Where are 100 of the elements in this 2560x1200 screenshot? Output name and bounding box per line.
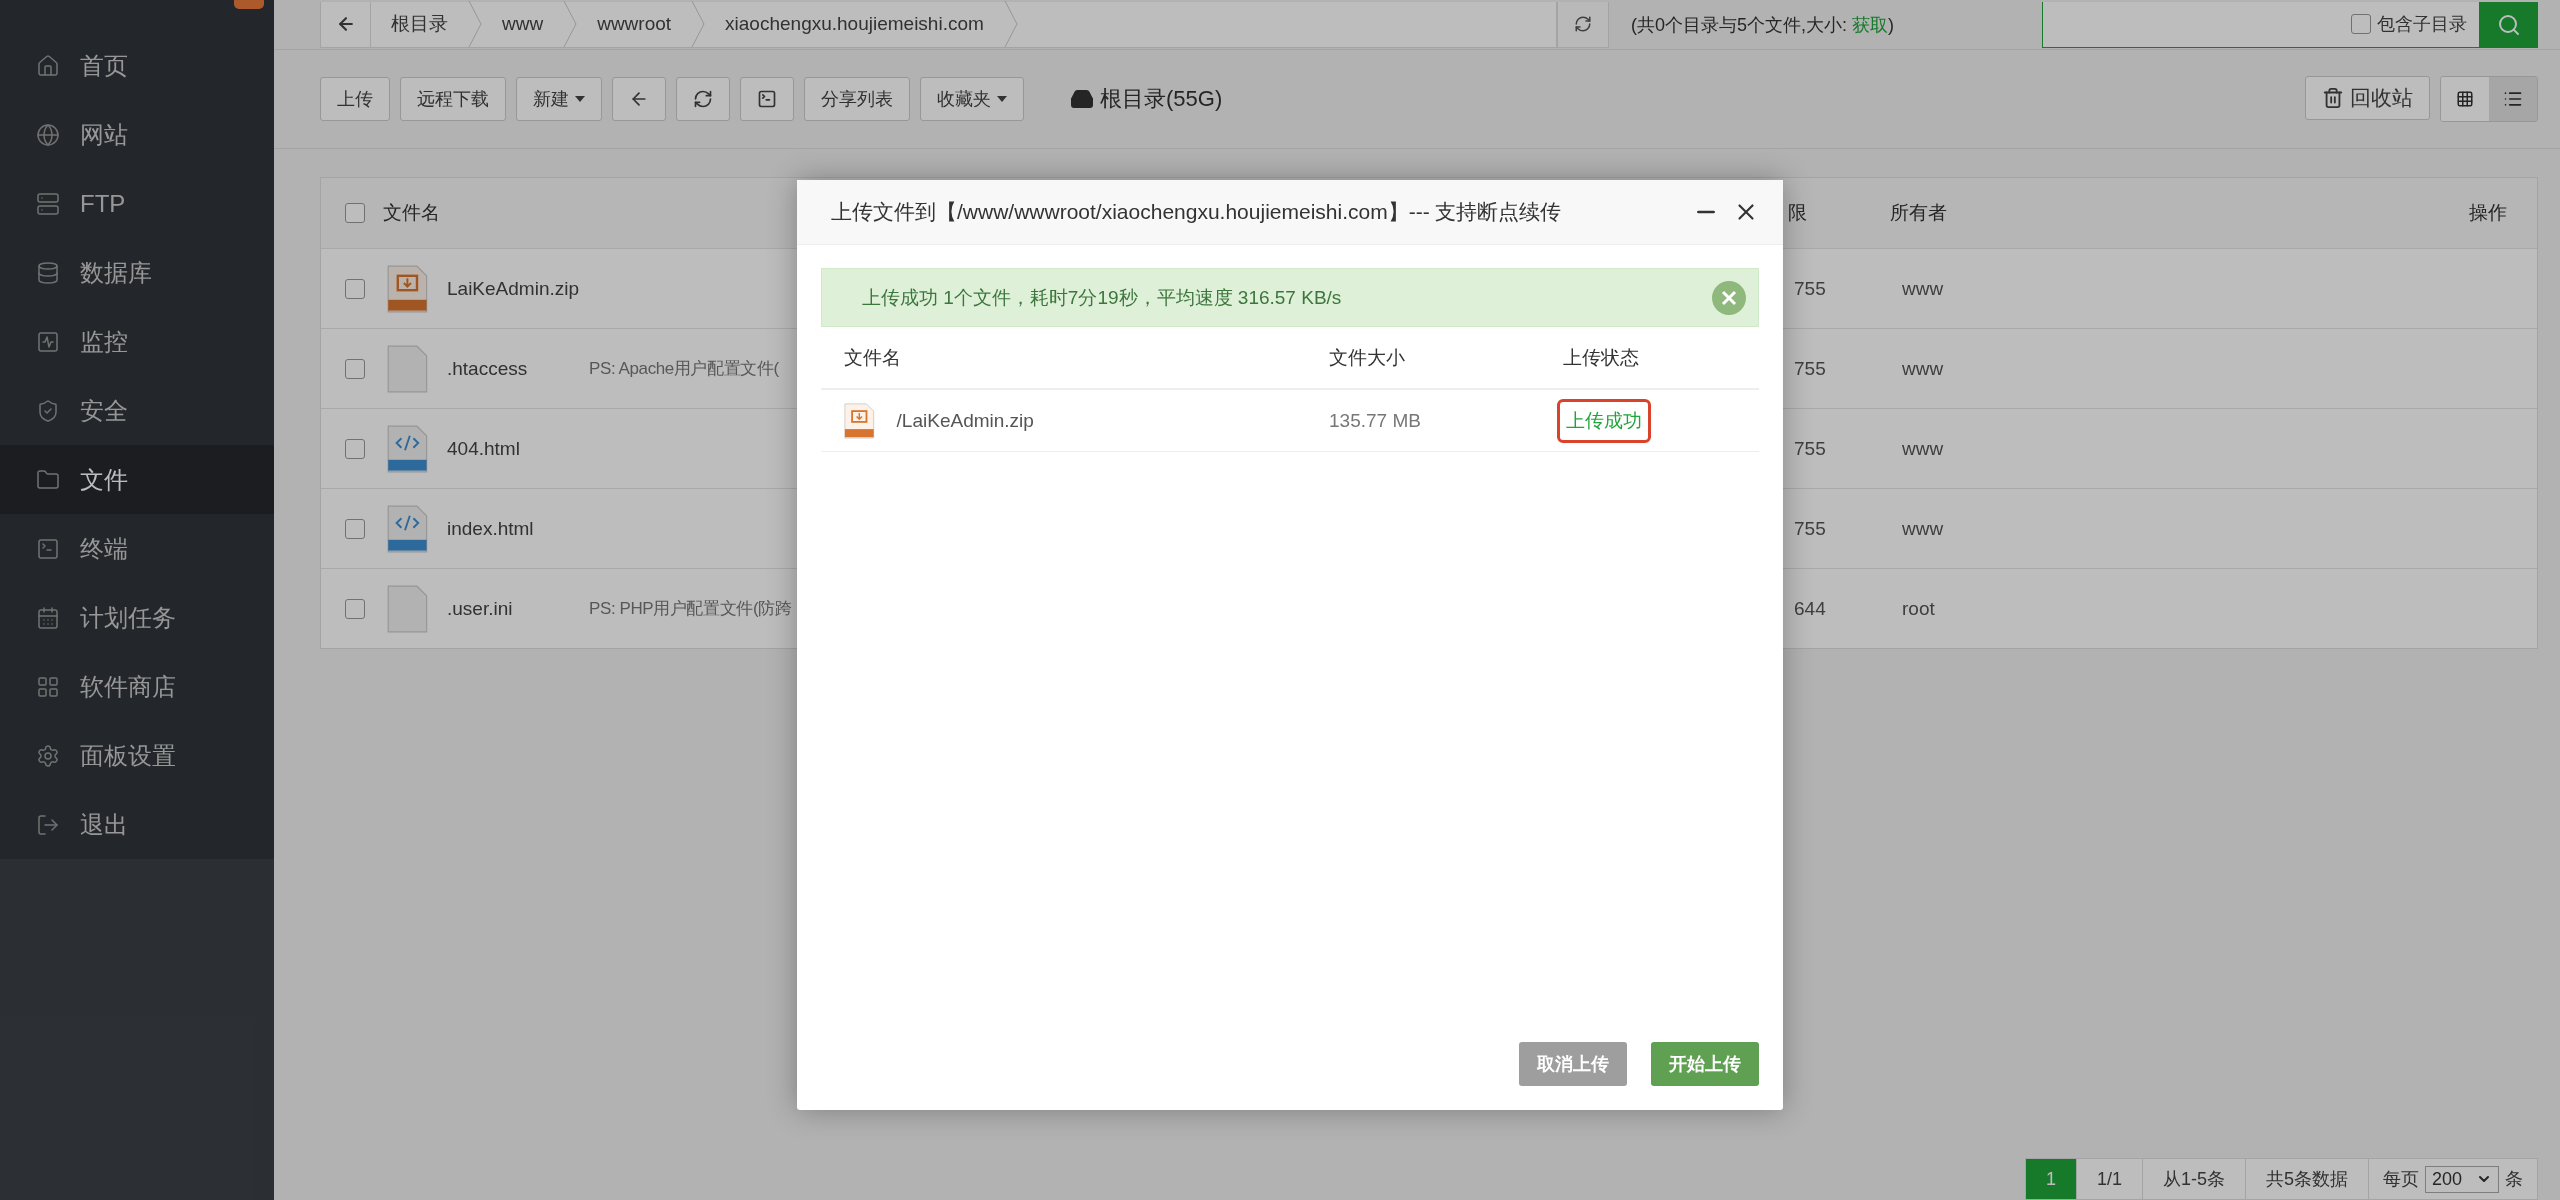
alert-message: 上传成功 1个文件，耗时7分19秒，平均速度 316.57 KB/s bbox=[862, 285, 1342, 310]
calendar-icon bbox=[36, 605, 60, 630]
search-icon bbox=[2497, 12, 2521, 37]
file-note: PS: Apache用户配置文件( bbox=[589, 359, 779, 378]
caret-icon bbox=[575, 96, 585, 102]
sidebar-item[interactable]: 首页 bbox=[0, 31, 274, 100]
checkbox[interactable] bbox=[2351, 14, 2371, 34]
column-header: 上传状态 bbox=[1563, 345, 1640, 370]
column-header: 文件名 bbox=[844, 345, 902, 370]
home-icon bbox=[36, 53, 60, 78]
code-file-icon bbox=[387, 424, 428, 473]
sidebar-item[interactable]: 文件 bbox=[0, 445, 274, 514]
dialog-title: 上传文件到【/www/wwwroot/xiaochengxu.houjiemeishi.com】--- 支持断点续传 bbox=[831, 199, 1562, 225]
breadcrumb-item[interactable]: 根目录 bbox=[371, 1, 482, 47]
sidebar-item[interactable]: 数据库 bbox=[0, 238, 274, 307]
sidebar-item[interactable]: 退出 bbox=[0, 790, 274, 859]
file-name[interactable]: .user.ini bbox=[447, 597, 589, 620]
toolbar-button[interactable]: 分享列表 bbox=[804, 77, 910, 121]
sidebar-item[interactable]: 监控 bbox=[0, 307, 274, 376]
sidebar-item[interactable]: FTP bbox=[0, 169, 274, 238]
option-label: 包含子目录 bbox=[2377, 13, 2467, 36]
column-header[interactable]: 所有者 bbox=[1884, 200, 2417, 226]
file-name[interactable]: .htaccess bbox=[447, 357, 589, 380]
blank-file-icon bbox=[387, 584, 428, 633]
table-cell-text: 755 bbox=[1793, 517, 1827, 540]
breadcrumb-separator bbox=[1003, 1, 1018, 47]
file-name[interactable]: 404.html bbox=[447, 437, 589, 460]
table-cell-text: 755 bbox=[1793, 357, 1827, 380]
file-name[interactable]: LaiKeAdmin.zip bbox=[447, 277, 589, 300]
blank-file-icon bbox=[387, 344, 428, 393]
refresh-icon bbox=[693, 89, 713, 109]
refresh-icon bbox=[1574, 15, 1592, 33]
breadcrumb-item[interactable]: xiaochengxu.houjiemeishi.com bbox=[705, 1, 1018, 47]
list-icon bbox=[2503, 89, 2523, 109]
table-cell-text: 755 bbox=[1793, 277, 1827, 300]
toolbar-icon-button[interactable] bbox=[740, 77, 794, 121]
grid-icon bbox=[2456, 90, 2474, 108]
sidebar-item[interactable]: 面板设置 bbox=[0, 721, 274, 790]
table-cell-text: 755 bbox=[1793, 437, 1827, 460]
total-count: 共5条数据 bbox=[2245, 1159, 2369, 1199]
table-cell-text: www bbox=[1901, 517, 1945, 540]
sidebar-item[interactable]: 网站 bbox=[0, 100, 274, 169]
per-page-select[interactable]: 200 bbox=[2424, 1165, 2499, 1193]
table-cell-text: www bbox=[1901, 277, 1945, 300]
column-header: 文件大小 bbox=[1329, 345, 1406, 370]
monitor-icon bbox=[36, 329, 60, 354]
toolbar-button[interactable]: 远程下载 bbox=[400, 77, 506, 121]
column-header[interactable]: 限 bbox=[1784, 200, 1884, 226]
column-header[interactable]: 文件名 bbox=[377, 200, 589, 226]
globe-icon bbox=[36, 122, 60, 147]
terminal-icon bbox=[757, 89, 777, 109]
breadcrumb-separator bbox=[468, 1, 482, 47]
logout-icon bbox=[36, 812, 60, 837]
disk-label: 根目录(55G) bbox=[1100, 85, 1223, 113]
shield-icon bbox=[36, 398, 60, 423]
table-cell-text: 644 bbox=[1793, 597, 1827, 620]
breadcrumb-item[interactable]: www bbox=[482, 1, 578, 47]
row-range: 从1-5条 bbox=[2142, 1159, 2246, 1199]
table-cell-text: www bbox=[1901, 437, 1945, 460]
breadcrumb-item[interactable]: wwwroot bbox=[577, 1, 706, 47]
folder-icon bbox=[36, 467, 60, 492]
checkbox[interactable] bbox=[345, 518, 365, 539]
checkbox[interactable] bbox=[345, 203, 365, 223]
refresh-button[interactable] bbox=[1557, 1, 1609, 48]
column-header: 操作 bbox=[2469, 201, 2508, 225]
checkbox[interactable] bbox=[345, 278, 365, 299]
per-page-label: 每页 bbox=[2382, 1168, 2419, 1191]
checkbox[interactable] bbox=[345, 358, 365, 379]
recycle-bin-button[interactable]: 回收站 bbox=[2305, 76, 2430, 120]
checkbox[interactable] bbox=[345, 598, 365, 619]
toolbar-icon-button[interactable] bbox=[676, 77, 730, 121]
checkbox[interactable] bbox=[345, 438, 365, 459]
breadcrumb-separator bbox=[563, 1, 578, 47]
sidebar-item[interactable]: 软件商店 bbox=[0, 652, 274, 721]
settings-icon bbox=[36, 743, 60, 768]
dropdown-button[interactable]: 收藏夹 bbox=[920, 77, 1024, 121]
trash-icon bbox=[2322, 87, 2344, 109]
sidebar-item[interactable]: 安全 bbox=[0, 376, 274, 445]
list-view-button[interactable] bbox=[2489, 77, 2537, 121]
toolbar-button[interactable]: 上传 bbox=[320, 77, 390, 121]
sidebar-item[interactable]: 终端 bbox=[0, 514, 274, 583]
upload-status: 上传成功 bbox=[1557, 398, 1651, 443]
breadcrumb-separator bbox=[691, 1, 706, 47]
page-count: 1/1 bbox=[2076, 1159, 2143, 1199]
file-name[interactable]: index.html bbox=[447, 517, 589, 540]
grid-view-button[interactable] bbox=[2441, 77, 2489, 121]
subdirectory-option[interactable]: 包含子目录 bbox=[2351, 12, 2467, 36]
file-note: PS: PHP用户配置文件(防跨 bbox=[589, 599, 792, 618]
search-button[interactable] bbox=[2480, 1, 2538, 48]
sidebar-item[interactable]: 计划任务 bbox=[0, 583, 274, 652]
server-icon bbox=[36, 191, 60, 216]
table-cell-text: www bbox=[1901, 357, 1945, 380]
file-name: /LaiKeAdmin.zip bbox=[896, 409, 1034, 432]
database-icon bbox=[36, 260, 60, 285]
zip-file-icon bbox=[387, 264, 428, 313]
directory-summary: (共0个目录与5个文件,大小: 获取) bbox=[1631, 13, 1895, 37]
search-field[interactable]: 包含子目录 bbox=[2042, 1, 2480, 48]
file-size: 135.77 MB bbox=[1329, 409, 1422, 432]
dropdown-button[interactable]: 新建 bbox=[516, 77, 602, 121]
code-file-icon bbox=[387, 504, 428, 553]
